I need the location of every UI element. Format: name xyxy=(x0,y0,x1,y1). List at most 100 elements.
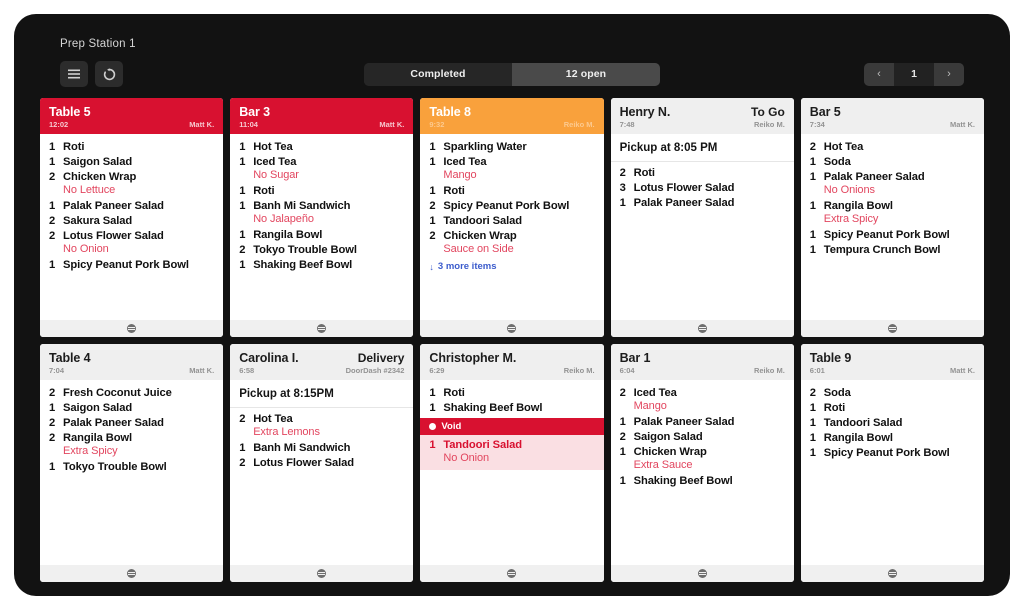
order-elapsed-time: 7:34 xyxy=(809,120,825,129)
order-item-row[interactable]: 1 Iced Tea xyxy=(230,154,413,169)
item-name: Chicken Wrap xyxy=(443,230,517,242)
order-item-row[interactable]: 1 Spicy Peanut Pork Bowl xyxy=(801,445,984,460)
order-card-footer[interactable] xyxy=(800,319,984,337)
order-item-row[interactable]: 1 Saigon Salad xyxy=(40,400,223,415)
order-item-row[interactable]: 2 Hot Tea xyxy=(801,139,984,154)
bump-order-icon[interactable] xyxy=(507,569,517,578)
order-card-footer[interactable] xyxy=(230,319,414,337)
hamburger-menu-button[interactable] xyxy=(60,61,88,87)
order-item-row[interactable]: 1 Spicy Peanut Pork Bowl xyxy=(40,257,223,272)
order-card[interactable]: Table 8 9:32 Reiko M. 1 Sparkling Water 1 Iced… xyxy=(420,98,604,337)
order-item-row[interactable]: 1 Tandoori Salad xyxy=(420,437,603,452)
order-card-footer[interactable] xyxy=(610,319,794,337)
order-card-footer[interactable] xyxy=(40,565,224,582)
order-card-footer[interactable] xyxy=(800,565,984,582)
order-card[interactable]: Carolina I. Delivery 6:58 DoorDash #2342 Pic… xyxy=(230,343,414,582)
show-more-items-link[interactable]: ↓ 3 more items xyxy=(420,257,603,274)
item-quantity: 2 xyxy=(49,171,56,183)
order-item-row[interactable]: 1 Tokyo Trouble Bowl xyxy=(40,459,223,474)
order-item-row[interactable]: 2 Spicy Peanut Pork Bowl xyxy=(420,198,603,213)
order-item-row[interactable]: 1 Saigon Salad xyxy=(40,154,223,169)
order-item-row[interactable]: 2 Chicken Wrap xyxy=(420,228,603,243)
order-item-row[interactable]: 1 Shaking Beef Bowl xyxy=(230,257,413,272)
order-item-row[interactable]: 1 Banh Mi Sandwich xyxy=(230,198,413,213)
tab-completed[interactable]: Completed xyxy=(364,62,512,86)
order-item-row[interactable]: 1 Roti xyxy=(420,183,603,198)
order-item-row[interactable]: 1 Shaking Beef Bowl xyxy=(611,473,794,488)
tab-open[interactable]: 12 open xyxy=(512,62,660,86)
order-card[interactable]: Bar 3 11:04 Matt K. 1 Hot Tea 1 Iced Tea No Sug… xyxy=(230,98,414,337)
bump-order-icon[interactable] xyxy=(887,323,897,333)
order-item-row[interactable]: 1 Roti xyxy=(230,183,413,198)
item-name: Hot Tea xyxy=(823,141,864,153)
bump-order-icon[interactable] xyxy=(317,569,327,578)
order-item-row[interactable]: 2 Lotus Flower Salad xyxy=(230,455,413,470)
order-item-row[interactable]: 1 Rangila Bowl xyxy=(801,430,984,445)
order-item-row[interactable]: 1 Roti xyxy=(801,400,984,415)
item-modifier: Extra Sauce xyxy=(633,458,693,471)
order-item-row[interactable]: 2 Lotus Flower Salad xyxy=(40,228,223,243)
bump-order-icon[interactable] xyxy=(887,569,897,578)
item-name: Lotus Flower Salad xyxy=(633,182,735,194)
order-item-row[interactable]: 1 Roti xyxy=(40,139,223,154)
order-item-row[interactable]: 1 Chicken Wrap xyxy=(611,444,794,459)
order-item-row[interactable]: 2 Fresh Coconut Juice xyxy=(40,385,223,400)
order-item-row[interactable]: 1 Soda xyxy=(801,154,984,169)
order-item-row[interactable]: 1 Rangila Bowl xyxy=(230,227,413,242)
pickup-time-label: Pickup at 8:05 PM xyxy=(610,139,794,162)
order-item-row[interactable]: 1 Tempura Crunch Bowl xyxy=(801,242,984,257)
order-item-row[interactable]: 1 Rangila Bowl xyxy=(801,198,984,213)
order-item-row[interactable]: 1 Palak Paneer Salad xyxy=(801,169,984,184)
order-item-row[interactable]: 1 Palak Paneer Salad xyxy=(611,195,794,210)
bump-order-icon[interactable] xyxy=(317,323,327,333)
order-card[interactable]: Christopher M. 6:29 Reiko M. 1 Roti 1 Shaking … xyxy=(420,343,604,582)
order-item-row[interactable]: 2 Roti xyxy=(611,165,794,180)
order-item-row[interactable]: 1 Tandoori Salad xyxy=(420,213,603,228)
item-name: Shaking Beef Bowl xyxy=(443,401,543,414)
bump-order-icon[interactable] xyxy=(697,569,707,578)
order-card[interactable]: Henry N. To Go 7:48 Reiko M. Pickup at 8:05 … xyxy=(610,98,794,337)
order-item-row[interactable]: 1 Sparkling Water xyxy=(420,139,603,154)
order-card[interactable]: Bar 1 6:04 Reiko M. 2 Iced Tea Mango 1 Palak Pa… xyxy=(610,343,794,582)
bump-order-icon[interactable] xyxy=(697,323,707,333)
order-card-footer[interactable] xyxy=(420,565,604,582)
order-item-row[interactable]: 1 Palak Paneer Salad xyxy=(611,414,794,429)
item-quantity: 1 xyxy=(49,156,56,168)
bump-order-icon[interactable] xyxy=(127,323,137,333)
order-card[interactable]: Table 5 12:02 Matt K. 1 Roti 1 Saigon Salad 2 Ch… xyxy=(40,98,224,337)
order-item-row[interactable]: 1 Roti xyxy=(420,385,603,400)
order-item-row[interactable]: 2 Tokyo Trouble Bowl xyxy=(230,242,413,257)
order-item-row[interactable]: 1 Shaking Beef Bowl xyxy=(420,400,603,415)
order-card-footer[interactable] xyxy=(40,319,224,337)
order-elapsed-time: 6:01 xyxy=(809,365,825,375)
next-page-button[interactable]: › xyxy=(934,62,964,86)
bump-order-icon[interactable] xyxy=(507,323,517,333)
order-item-row[interactable]: 1 Spicy Peanut Pork Bowl xyxy=(801,227,984,242)
order-item-row[interactable]: 2 Chicken Wrap xyxy=(40,169,223,184)
order-item-row[interactable]: 2 Saigon Salad xyxy=(611,429,794,444)
prev-page-button[interactable]: ‹ xyxy=(864,62,894,86)
order-item-row[interactable]: 2 Soda xyxy=(801,385,984,400)
order-card[interactable]: Bar 5 7:34 Matt K. 2 Hot Tea 1 Soda 1 Palak Pane… xyxy=(800,98,984,337)
order-item-row[interactable]: 2 Hot Tea xyxy=(230,411,413,426)
order-item-row[interactable]: 1 Iced Tea xyxy=(420,154,603,169)
order-card[interactable]: Table 4 7:04 Matt K. 2 Fresh Coconut Juice 1 S… xyxy=(40,343,224,582)
order-item-row[interactable]: 2 Sakura Salad xyxy=(40,213,223,228)
refresh-button[interactable] xyxy=(95,61,123,87)
order-item-row[interactable]: 1 Tandoori Salad xyxy=(801,415,984,430)
order-item-row[interactable]: 2 Palak Paneer Salad xyxy=(40,415,223,430)
order-item-row[interactable]: 1 Banh Mi Sandwich xyxy=(230,440,413,455)
order-item-row[interactable]: 3 Lotus Flower Salad xyxy=(611,180,794,195)
order-card-footer[interactable] xyxy=(610,565,794,582)
order-card-header: Table 9 6:01 Matt K. xyxy=(800,343,984,380)
bump-order-icon[interactable] xyxy=(127,569,137,578)
order-item-row[interactable]: 2 Rangila Bowl xyxy=(40,430,223,445)
order-item-row[interactable]: 2 Iced Tea xyxy=(611,385,794,400)
order-card-footer[interactable] xyxy=(230,565,414,582)
order-card[interactable]: Table 9 6:01 Matt K. 2 Soda 1 Roti 1 Tandoori Sa… xyxy=(800,343,984,582)
order-item-row[interactable]: 1 Palak Paneer Salad xyxy=(40,198,223,213)
order-item-row[interactable]: 1 Hot Tea xyxy=(230,139,413,154)
item-name: Spicy Peanut Pork Bowl xyxy=(443,200,570,212)
order-card-footer[interactable] xyxy=(420,319,604,337)
item-name: Lotus Flower Salad xyxy=(63,230,164,242)
